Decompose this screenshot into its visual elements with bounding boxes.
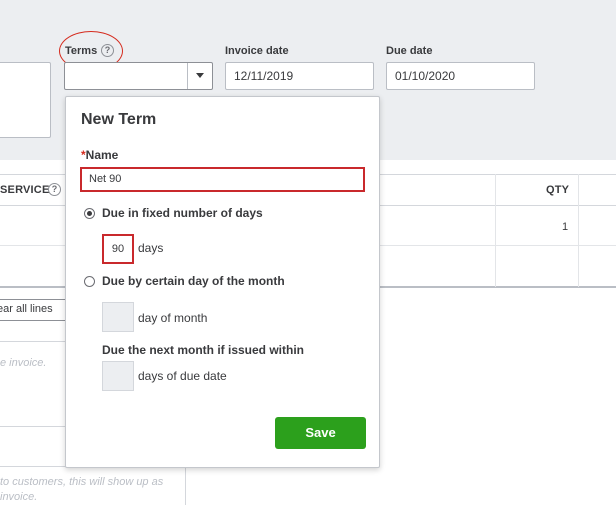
memo-placeholder: e invoice. [0, 357, 47, 369]
fixed-days-radio[interactable] [84, 208, 95, 219]
terms-dropdown-toggle[interactable] [187, 63, 212, 89]
popup-title: New Term [81, 111, 157, 128]
day-of-month-input[interactable] [102, 302, 134, 332]
name-label: *Name [81, 148, 118, 162]
new-term-popup: New Term *Name Net 90 Due in fixed numbe… [65, 96, 380, 468]
next-month-label: Due the next month if issued within [102, 343, 305, 357]
service-help-icon[interactable]: ? [48, 183, 61, 196]
days-of-due-date-suffix: days of due date [138, 369, 227, 383]
terms-dropdown[interactable] [64, 62, 213, 90]
qty-column-header: QTY [546, 184, 570, 196]
fixed-days-input[interactable]: 90 [102, 234, 134, 264]
column-divider [495, 174, 496, 287]
clear-all-lines-button[interactable]: ear all lines [0, 299, 67, 321]
chevron-down-icon [196, 73, 204, 78]
days-suffix: days [138, 241, 164, 255]
due-date-label: Due date [386, 45, 433, 57]
billing-address-field[interactable] [0, 62, 51, 138]
term-name-input[interactable]: Net 90 [80, 167, 365, 192]
message-placeholder-line1: to customers, this will show up as [0, 476, 164, 488]
days-of-due-date-input[interactable] [102, 361, 134, 391]
invoice-date-input[interactable]: 12/11/2019 [225, 62, 374, 90]
message-placeholder-line2: invoice. [0, 491, 38, 503]
memo-field[interactable] [0, 341, 68, 427]
invoice-date-label: Invoice date [225, 45, 289, 57]
row-qty-value[interactable]: 1 [562, 221, 568, 233]
name-label-text: Name [85, 148, 119, 162]
service-column-header: SERVICE [0, 184, 50, 196]
day-of-month-suffix: day of month [138, 311, 208, 325]
day-of-month-radio[interactable] [84, 276, 95, 287]
column-divider [578, 174, 579, 287]
fixed-days-option-label[interactable]: Due in fixed number of days [102, 206, 263, 220]
save-button[interactable]: Save [275, 417, 366, 449]
due-date-input[interactable]: 01/10/2020 [386, 62, 535, 90]
day-of-month-option-label[interactable]: Due by certain day of the month [102, 274, 285, 288]
